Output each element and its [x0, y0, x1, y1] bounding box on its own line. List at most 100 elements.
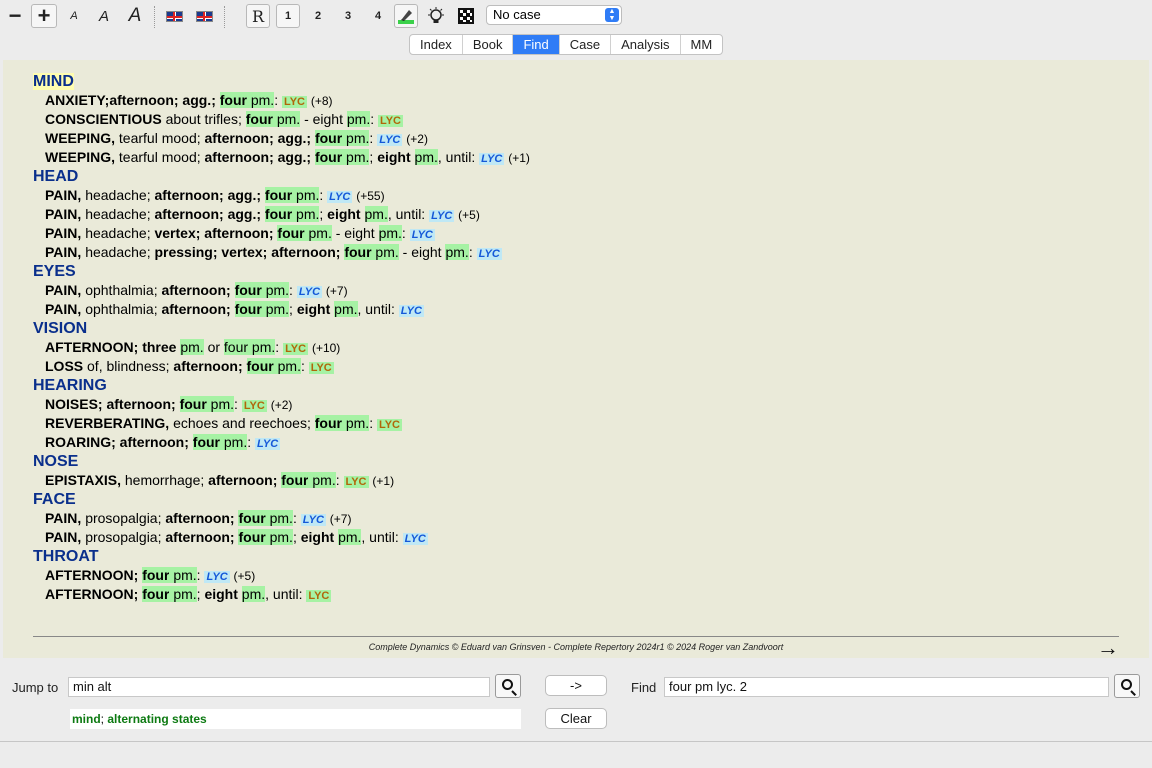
remedy-badge[interactable]: LYC [377, 134, 403, 146]
zoom-in-button[interactable]: + [31, 3, 57, 28]
search-hit-highlight: pm. [346, 111, 371, 127]
remedy-badge[interactable]: LYC [376, 419, 402, 431]
rubric-bold-text: afternoon; agg.; [204, 130, 315, 146]
more-remedies-count[interactable]: (+7) [326, 284, 348, 298]
tab-mm[interactable]: MM [681, 35, 723, 54]
jump-suggestion[interactable]: mind; alternating states [70, 709, 521, 729]
search-hit-highlight: pm. [180, 339, 204, 355]
rubric-row[interactable]: AFTERNOON; four pm.; eight pm., until: L… [45, 585, 1113, 604]
find-search-button[interactable] [1114, 674, 1140, 698]
rubric-row[interactable]: PAIN, prosopalgia; afternoon; four pm.; … [45, 528, 1113, 547]
rubric-row[interactable]: AFTERNOON; three pm. or four pm.: LYC (+… [45, 338, 1113, 357]
rubric-head: PAIN, [45, 244, 82, 260]
rubric-row[interactable]: ROARING; afternoon; four pm.: LYC [45, 433, 1113, 452]
next-page-arrow-icon[interactable]: → [1097, 637, 1119, 659]
remedy-badge[interactable]: LYC [479, 153, 505, 165]
jump-to-input[interactable]: min alt [68, 677, 490, 697]
more-remedies-count[interactable]: (+5) [458, 208, 480, 222]
rubric-row[interactable]: PAIN, headache; pressing; vertex; aftern… [45, 243, 1113, 262]
rubric-row[interactable]: PAIN, headache; afternoon; agg.; four pm… [45, 186, 1113, 205]
remedy-badge[interactable]: LYC [283, 343, 309, 355]
rubric-row[interactable]: PAIN, ophthalmia; afternoon; four pm.: L… [45, 281, 1113, 300]
more-remedies-count[interactable]: (+7) [330, 512, 352, 526]
more-remedies-count[interactable]: (+55) [356, 189, 384, 203]
rubric-row[interactable]: EPISTAXIS, hemorrhage; afternoon; four p… [45, 471, 1113, 490]
rubric-text: : [274, 92, 282, 108]
language-english-button[interactable] [162, 4, 186, 28]
rubric-row[interactable]: REVERBERATING, echoes and reechoes; four… [45, 414, 1113, 433]
font-medium-button[interactable]: A [92, 4, 116, 28]
arrow-button[interactable]: -> [545, 675, 607, 696]
rubric-row[interactable]: PAIN, prosopalgia; afternoon; four pm.: … [45, 509, 1113, 528]
chapter-heading[interactable]: NOSE [33, 452, 1113, 471]
remedy-badge[interactable]: LYC [476, 248, 502, 260]
hints-button[interactable] [424, 4, 448, 28]
remedy-badge[interactable]: LYC [300, 514, 326, 526]
rubric-row[interactable]: PAIN, headache; vertex; afternoon; four … [45, 224, 1113, 243]
rubric-text: ophthalmia; [81, 282, 162, 298]
chapter-heading[interactable]: FACE [33, 490, 1113, 509]
find-input[interactable]: four pm lyc. 2 [664, 677, 1109, 697]
more-remedies-count[interactable]: (+2) [406, 132, 428, 146]
grade-4-button[interactable]: 4 [366, 4, 390, 28]
more-remedies-count[interactable]: (+8) [311, 94, 333, 108]
rubric-row[interactable]: WEEPING, tearful mood; afternoon; agg.; … [45, 148, 1113, 167]
chapter-heading[interactable]: MIND [33, 72, 1113, 91]
rubric-row[interactable]: LOSS of, blindness; afternoon; four pm.:… [45, 357, 1113, 376]
chapter-heading[interactable]: VISION [33, 319, 1113, 338]
remedy-badge[interactable]: LYC [241, 400, 267, 412]
zoom-out-button[interactable]: − [4, 3, 26, 28]
suggestion-rubric: alternating states [107, 712, 207, 726]
remedy-badge[interactable]: LYC [409, 229, 435, 241]
grid-view-button[interactable] [454, 4, 478, 28]
tab-analysis[interactable]: Analysis [611, 35, 681, 54]
rubric-row[interactable]: ANXIETY;afternoon; agg.; four pm.: LYC (… [45, 91, 1113, 110]
more-remedies-count[interactable]: (+1) [508, 151, 530, 165]
tab-index[interactable]: Index [410, 35, 463, 54]
search-hit-highlight: pm. [273, 358, 301, 374]
remedy-badge[interactable]: LYC [281, 96, 307, 108]
language-english-alt-button[interactable] [192, 4, 216, 28]
rubric-row[interactable]: NOISES; afternoon; four pm.: LYC (+2) [45, 395, 1113, 414]
more-remedies-count[interactable]: (+1) [372, 474, 394, 488]
remedy-badge[interactable]: LYC [296, 286, 323, 298]
grade-1-button[interactable]: 1 [276, 4, 300, 28]
rubric-row[interactable]: CONSCIENTIOUS about trifles; four pm. - … [45, 110, 1113, 129]
rubric-row[interactable]: PAIN, ophthalmia; afternoon; four pm.; e… [45, 300, 1113, 319]
chapter-heading[interactable]: THROAT [33, 547, 1113, 566]
remedy-badge[interactable]: LYC [378, 115, 404, 127]
tab-case[interactable]: Case [560, 35, 612, 54]
font-small-button[interactable]: A [63, 4, 85, 28]
more-remedies-count[interactable]: (+2) [271, 398, 293, 412]
clear-button[interactable]: Clear [545, 708, 607, 729]
tab-book[interactable]: Book [463, 35, 514, 54]
remedy-badge[interactable]: LYC [398, 305, 424, 317]
chapter-heading[interactable]: HEARING [33, 376, 1113, 395]
rubric-row[interactable]: WEEPING, tearful mood; afternoon; agg.; … [45, 129, 1113, 148]
jump-search-button[interactable] [495, 674, 521, 698]
remedy-badge[interactable]: LYC [402, 533, 428, 545]
rubric-text: tearful mood; [115, 149, 205, 165]
remedy-badge[interactable]: LYC [429, 210, 455, 222]
chapter-heading[interactable]: EYES [33, 262, 1113, 281]
remedy-badge[interactable]: LYC [204, 571, 230, 583]
search-results: MIND ANXIETY;afternoon; agg.; four pm.: L… [33, 72, 1113, 604]
grade-3-button[interactable]: 3 [336, 4, 360, 28]
case-select[interactable]: No case ▲ ▼ [486, 5, 622, 25]
more-remedies-count[interactable]: (+5) [234, 569, 256, 583]
rubric-row[interactable]: AFTERNOON; four pm.: LYC (+5) [45, 566, 1113, 585]
chapter-heading[interactable]: HEAD [33, 167, 1113, 186]
font-large-button[interactable]: A [122, 4, 148, 28]
more-remedies-count[interactable]: (+10) [312, 341, 340, 355]
rubric-bold-text: eight [300, 529, 339, 545]
remedy-badge[interactable]: LYC [306, 590, 332, 602]
remedy-badge[interactable]: LYC [343, 476, 369, 488]
remedy-badge[interactable]: LYC [308, 362, 334, 374]
remedy-format-button[interactable]: R [246, 4, 270, 28]
grade-2-button[interactable]: 2 [306, 4, 330, 28]
remedy-badge[interactable]: LYC [327, 191, 353, 203]
highlight-button[interactable] [394, 4, 418, 28]
remedy-badge[interactable]: LYC [255, 438, 281, 450]
tab-find[interactable]: Find [513, 35, 560, 54]
rubric-row[interactable]: PAIN, headache; afternoon; agg.; four pm… [45, 205, 1113, 224]
